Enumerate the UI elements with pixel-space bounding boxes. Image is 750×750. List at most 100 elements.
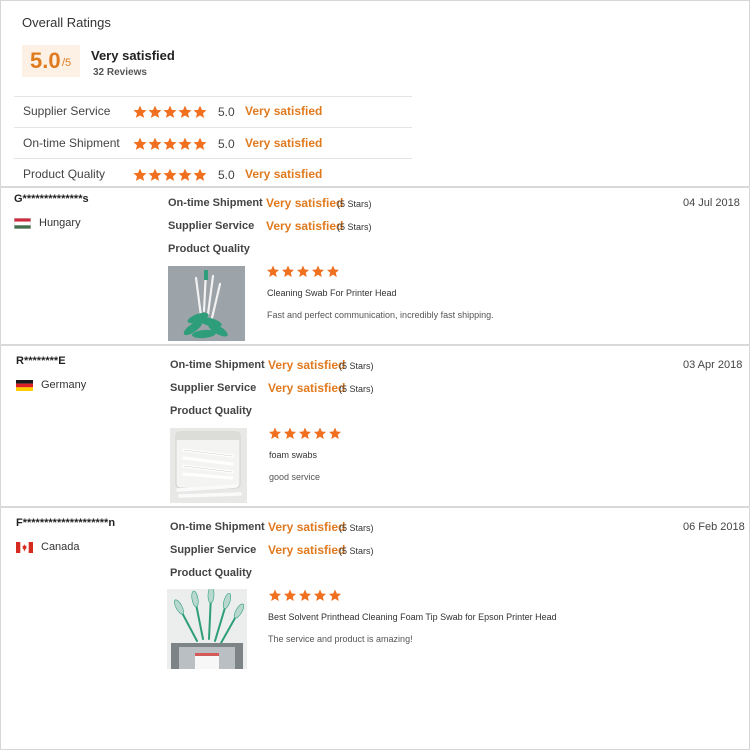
product-quality-label: Product Quality: [170, 405, 252, 417]
germany-flag-icon: [16, 379, 33, 391]
review-rating-stars: [268, 589, 342, 602]
review-comment: The service and product is amazing!: [268, 634, 413, 644]
star-icon: [148, 137, 162, 151]
review-divider: [0, 506, 750, 508]
star-icon: [178, 105, 192, 119]
review-count: 32 Reviews: [93, 67, 147, 78]
category-value-ontime: 5.0: [218, 137, 235, 151]
country-name: Canada: [41, 541, 80, 553]
supplier-service-value: Very satisfied: [268, 381, 346, 395]
star-icon: [326, 265, 340, 278]
reviewer-country: Hungary: [14, 217, 81, 229]
supplier-service-label: Supplier Service: [170, 382, 257, 394]
review-date: 04 Jul 2018: [683, 197, 740, 209]
star-icon: [133, 168, 147, 182]
divider: [14, 127, 412, 128]
supplier-service-label: Supplier Service: [170, 544, 257, 556]
reviewer-name: G**************s: [14, 193, 89, 205]
overall-ratings-title: Overall Ratings: [22, 15, 111, 30]
review-comment: Fast and perfect communication, incredib…: [267, 310, 494, 320]
category-stars-ontime: [133, 137, 207, 151]
category-label-supplier: Supplier Service: [23, 104, 111, 118]
review-date: 06 Feb 2018: [683, 521, 745, 533]
review-divider: [0, 186, 750, 188]
ontime-shipment-value: Very satisfied: [268, 520, 346, 534]
overall-score: 5.0: [30, 48, 61, 73]
star-icon: [283, 427, 297, 440]
supplier-service-value: Very satisfied: [268, 543, 346, 557]
category-sat-quality: Very satisfied: [245, 167, 323, 181]
star-icon: [178, 168, 192, 182]
ontime-shipment-value: Very satisfied: [266, 196, 344, 210]
supplier-service-stars: (5 Stars): [339, 384, 374, 394]
review-date: 03 Apr 2018: [683, 359, 743, 371]
review-comment: good service: [269, 472, 321, 482]
star-icon: [148, 168, 162, 182]
star-icon: [328, 589, 342, 602]
star-icon: [163, 137, 177, 151]
star-icon: [328, 427, 342, 440]
canada-flag-icon: [16, 541, 33, 553]
category-label-quality: Product Quality: [23, 167, 106, 181]
supplier-service-stars: (5 Stars): [339, 546, 374, 556]
star-icon: [313, 589, 327, 602]
reviewer-name: R********E: [16, 355, 66, 367]
ontime-shipment-label: On-time Shipment: [170, 521, 265, 533]
star-icon: [163, 105, 177, 119]
star-icon: [268, 427, 282, 440]
category-value-supplier: 5.0: [218, 105, 235, 119]
product-quality-label: Product Quality: [170, 567, 252, 579]
star-icon: [283, 589, 297, 602]
star-icon: [178, 137, 192, 151]
reviewer-name: F********************n: [16, 517, 116, 529]
hungary-flag-icon: [14, 217, 31, 229]
review-rating-stars: [268, 427, 342, 440]
divider: [14, 158, 412, 159]
star-icon: [193, 168, 207, 182]
category-sat-ontime: Very satisfied: [245, 136, 323, 150]
overall-score-box: 5.0 /5: [22, 45, 80, 77]
star-icon: [133, 137, 147, 151]
star-icon: [313, 427, 327, 440]
star-icon: [193, 105, 207, 119]
ontime-shipment-value: Very satisfied: [268, 358, 346, 372]
product-name[interactable]: foam swabs: [269, 450, 317, 460]
ontime-shipment-stars: (5 Stars): [339, 361, 374, 371]
category-value-quality: 5.0: [218, 168, 235, 182]
reviewer-country: Germany: [16, 379, 86, 391]
product-thumbnail[interactable]: [170, 428, 247, 503]
country-name: Germany: [41, 379, 87, 391]
star-icon: [298, 427, 312, 440]
star-icon: [133, 105, 147, 119]
supplier-service-stars: (5 Stars): [337, 222, 372, 232]
review-divider: [0, 344, 750, 346]
overall-satisfaction-label: Very satisfied: [91, 48, 175, 63]
product-thumbnail[interactable]: [167, 589, 247, 669]
divider: [14, 96, 412, 97]
ontime-shipment-stars: (5 Stars): [339, 523, 374, 533]
ontime-shipment-stars: (5 Stars): [337, 199, 372, 209]
star-icon: [148, 105, 162, 119]
star-icon: [311, 265, 325, 278]
ontime-shipment-label: On-time Shipment: [170, 359, 265, 371]
review-rating-stars: [266, 265, 340, 278]
ontime-shipment-label: On-time Shipment: [168, 197, 263, 209]
star-icon: [268, 589, 282, 602]
star-icon: [266, 265, 280, 278]
product-quality-label: Product Quality: [168, 243, 250, 255]
product-name[interactable]: Best Solvent Printhead Cleaning Foam Tip…: [268, 612, 557, 622]
star-icon: [298, 589, 312, 602]
product-name[interactable]: Cleaning Swab For Printer Head: [267, 288, 397, 298]
country-name: Hungary: [39, 217, 81, 229]
product-thumbnail[interactable]: [168, 266, 245, 341]
star-icon: [193, 137, 207, 151]
category-label-ontime: On-time Shipment: [23, 136, 120, 150]
star-icon: [281, 265, 295, 278]
category-sat-supplier: Very satisfied: [245, 104, 323, 118]
overall-score-denominator: /5: [62, 57, 72, 69]
star-icon: [296, 265, 310, 278]
supplier-service-label: Supplier Service: [168, 220, 255, 232]
supplier-service-value: Very satisfied: [266, 219, 344, 233]
reviewer-country: Canada: [16, 541, 80, 553]
category-stars-quality: [133, 168, 207, 182]
